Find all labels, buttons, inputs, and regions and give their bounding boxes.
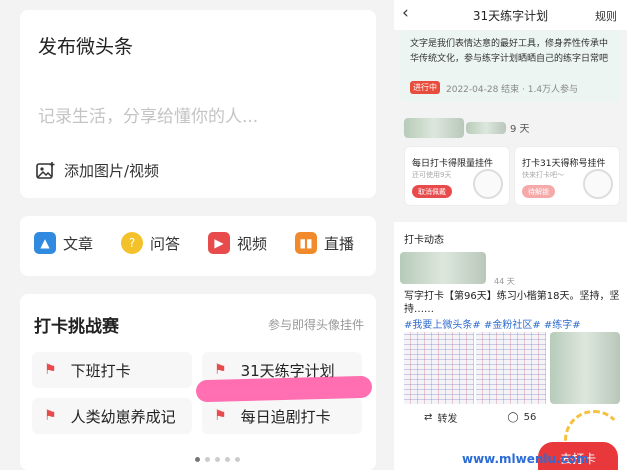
post-text: 写字打卡【第96天】练习小楷第18天。坚持，坚持…… [404, 291, 620, 315]
tool-article[interactable]: ▲ 文章 [34, 232, 121, 254]
comment-count: 56 [523, 412, 537, 423]
page-title: 31天练字计划 [472, 9, 549, 23]
challenge-item-label: 下班打卡 [70, 361, 131, 380]
pager-dot [205, 457, 210, 462]
post-image[interactable] [476, 332, 546, 404]
reward-title: 每日打卡得限量挂件 [412, 159, 494, 169]
repost-icon: ⇄ [424, 412, 433, 423]
qa-icon: ? [121, 232, 143, 254]
highlight-marker [195, 375, 373, 403]
status-badge: 进行中 [410, 81, 440, 94]
right-panel: ‹ 31天练字计划 规则 文字是我们表情达意的最好工具，修身养性传承中华传统文化… [394, 0, 627, 470]
compose-card: 发布微头条 记录生活，分享给懂你的人... 添加图片/视频 [20, 10, 376, 198]
tool-label: 视频 [237, 234, 268, 253]
reward-button[interactable]: 待解锁 [522, 185, 555, 198]
post-tags[interactable]: #我要上微头条# #金粉社区# #练字# [404, 316, 581, 331]
repost-button[interactable]: ⇄ 转发 [424, 410, 457, 425]
tool-video[interactable]: ▶ 视频 [208, 232, 295, 254]
avatar [404, 118, 464, 138]
compose-title: 发布微头条 [38, 36, 134, 58]
live-icon: ▮▮ [295, 232, 317, 254]
comment-icon: ◯ [507, 412, 519, 423]
tool-label: 文章 [63, 234, 94, 253]
checkin-days-row: 9 天 [400, 118, 621, 140]
pager-dot [225, 457, 230, 462]
challenge-item[interactable]: ⚑ 下班打卡 [32, 352, 192, 388]
badge-icon [473, 169, 503, 199]
challenge-banner: 文字是我们表情达意的最好工具，修身养性传承中华传统文化，参与练字计划晒晒自己的练… [400, 30, 621, 102]
comment-button[interactable]: ◯ 56 [507, 410, 536, 425]
pager-dot [235, 457, 240, 462]
challenge-item-label: 每日追剧打卡 [240, 407, 331, 426]
post-time: 44 天 [494, 277, 515, 286]
tool-live[interactable]: ▮▮ 直播 [295, 232, 382, 254]
badge-icon [583, 169, 613, 199]
video-icon: ▶ [208, 232, 230, 254]
feed-title: 打卡动态 [404, 235, 444, 246]
challenge-title: 打卡挑战赛 [34, 317, 119, 337]
rules-link[interactable]: 规则 [595, 8, 617, 24]
challenge-subtitle[interactable]: 参与即得头像挂件 [268, 316, 364, 333]
avatar [400, 252, 486, 284]
tool-label: 问答 [150, 234, 181, 253]
flag-icon: ⚑ [214, 362, 227, 378]
add-media-label: 添加图片/视频 [64, 162, 160, 180]
compose-input[interactable]: 记录生活，分享给懂你的人... [38, 102, 258, 127]
days-count: 9 天 [510, 124, 530, 135]
pager-dots [195, 457, 240, 462]
reward-card[interactable]: 打卡31天得称号挂件 快来打卡吧～ 待解锁 [514, 146, 620, 206]
reward-button[interactable]: 取消佩戴 [412, 185, 452, 198]
challenge-item[interactable]: ⚑ 每日追剧打卡 [202, 398, 362, 434]
pager-dot [215, 457, 220, 462]
banner-description: 文字是我们表情达意的最好工具，修身养性传承中华传统文化，参与练字计划晒晒自己的练… [410, 39, 609, 64]
challenge-item[interactable]: ⚑ 人类幼崽养成记 [32, 398, 192, 434]
challenge-item-label: 人类幼崽养成记 [70, 407, 176, 426]
banner-meta: 2022-04-28 结束 · 1.4万人参与 [446, 85, 579, 95]
blurred-name [466, 122, 506, 134]
top-bar: ‹ 31天练字计划 规则 [394, 0, 627, 30]
post-image[interactable] [550, 332, 620, 404]
reward-sub: 快来打卡吧～ [522, 171, 564, 179]
reward-sub: 还可使用9天 [412, 171, 452, 179]
post-image[interactable] [404, 332, 474, 404]
article-icon: ▲ [34, 232, 56, 254]
create-tools-card: ▲ 文章 ? 问答 ▶ 视频 ▮▮ 直播 [20, 216, 376, 276]
left-panel: 发布微头条 记录生活，分享给懂你的人... 添加图片/视频 ▲ 文章 ? 问答 … [0, 0, 394, 470]
watermark: www.mlwenlu.com [462, 452, 589, 466]
flag-icon: ⚑ [44, 362, 57, 378]
pager-dot [195, 457, 200, 462]
image-icon [36, 161, 55, 179]
flag-icon: ⚑ [44, 408, 57, 424]
repost-label: 转发 [437, 414, 458, 425]
add-media-button[interactable]: 添加图片/视频 [36, 160, 159, 181]
reward-card[interactable]: 每日打卡得限量挂件 还可使用9天 取消佩戴 [404, 146, 510, 206]
tool-label: 直播 [324, 234, 355, 253]
tool-qa[interactable]: ? 问答 [121, 232, 208, 254]
flag-icon: ⚑ [214, 408, 227, 424]
reward-title: 打卡31天得称号挂件 [522, 159, 606, 169]
